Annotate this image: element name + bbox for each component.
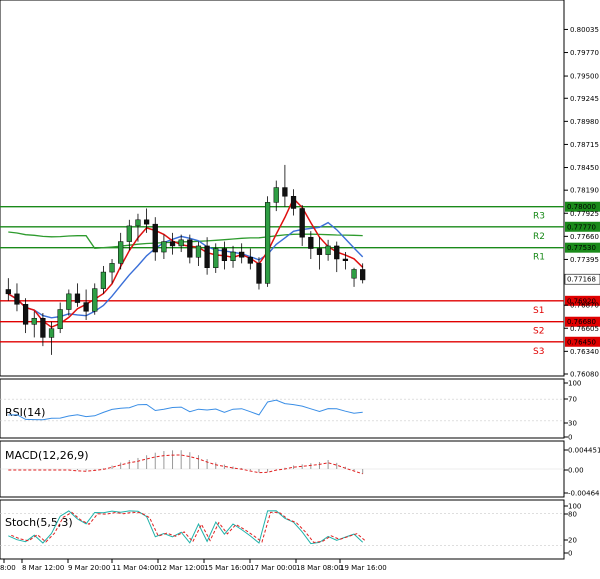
candle-body [290, 196, 297, 209]
candle-body [126, 225, 132, 242]
indicator-tick-label: 80 [568, 511, 577, 519]
level-name-s1: S1 [533, 306, 544, 316]
candle-body [273, 187, 279, 203]
level-name-r3: R3 [533, 212, 545, 222]
level-name-r2: R2 [533, 232, 545, 242]
level-price-label: 0.77530 [567, 244, 596, 252]
candle-body [360, 269, 366, 281]
level-price-label: 0.77770 [567, 223, 596, 231]
indicator-tick-label: 30 [568, 420, 577, 428]
candle-body [169, 241, 176, 247]
candle-body [135, 219, 141, 227]
candle-body [308, 236, 314, 249]
candle-body [325, 245, 331, 255]
candle-body [66, 293, 72, 310]
price-tick-label: 0.76605 [570, 325, 599, 333]
price-tick-label: 0.78450 [570, 164, 599, 172]
price-tick-label: 0.76080 [570, 371, 599, 379]
indicator-tick-label: 100 [568, 503, 581, 511]
rsi-panel [0, 378, 565, 439]
price-tick-label: 0.77660 [570, 233, 599, 241]
candle-body [14, 293, 20, 305]
indicator-tick-label: 0 [568, 550, 572, 558]
rsi-label: RSI(14) [5, 406, 45, 419]
candle-body [57, 309, 63, 329]
candle-body [22, 304, 29, 325]
candle-body [247, 257, 253, 264]
candle-body [178, 239, 184, 247]
time-tick-label: 19 Mar 16:00 [340, 564, 387, 572]
indicator-tick-label: 100 [568, 380, 581, 388]
candle-body [74, 293, 81, 303]
candle-body [230, 251, 236, 261]
indicator-tick-label: 0.00 [568, 467, 584, 475]
candle-body [100, 271, 107, 289]
indicator-axes: 100703000.0044510.00-0.00464510080200 [564, 380, 600, 558]
time-tick-label: 15 Mar 16:00 [204, 564, 251, 572]
candle-body [40, 317, 46, 338]
level-name-r1: R1 [533, 253, 545, 263]
time-axis: 8:00 8 Mar 12:00 9 Mar 20:00 11 Mar 04:00 12… [0, 559, 387, 572]
price-tick-label: 0.79770 [570, 49, 599, 57]
candle-body [204, 245, 210, 268]
time-tick-label: 17 Mar 00:00 [250, 564, 297, 572]
candle-body [161, 241, 167, 253]
candle-body [195, 245, 202, 258]
indicator-tick-label: -0.004645 [568, 490, 600, 498]
candle-body [187, 239, 193, 258]
candle-body [31, 317, 37, 325]
price-tick-label: 0.78715 [570, 141, 599, 149]
time-tick-label: 11 Mar 04:00 [112, 564, 159, 572]
candle [264, 196, 271, 287]
price-tick-label: 0.80035 [570, 26, 599, 34]
candle-body [334, 245, 340, 260]
price-tick-label: 0.76870 [570, 302, 599, 310]
candle-body [118, 241, 124, 264]
price-tick-label: 0.79500 [570, 73, 599, 81]
indicator-tick-label: 20 [568, 537, 577, 545]
candle-body [351, 269, 357, 279]
price-tick-label: 0.78190 [570, 187, 599, 195]
indicator-tick-label: 70 [568, 396, 577, 404]
candle-body [5, 289, 11, 295]
candle-body [48, 328, 55, 338]
candle-body [342, 258, 349, 261]
candle-body [299, 208, 305, 238]
candle-body [152, 223, 158, 253]
candle-body [256, 263, 262, 284]
candle-body [264, 202, 271, 284]
time-tick-label: 18 Mar 08:00 [296, 564, 343, 572]
price-tick-label: 0.77395 [570, 256, 599, 264]
level-name-s2: S2 [533, 327, 544, 337]
price-panel [0, 0, 565, 377]
candle-body [221, 248, 228, 261]
candle-body [239, 251, 245, 258]
candle-body [282, 187, 288, 197]
time-tick-label: 8 Mar 12:00 [22, 564, 64, 572]
level-price-label: 0.76450 [567, 338, 596, 346]
price-tick-label: 0.76340 [570, 348, 599, 356]
indicator-tick-label: 0.004451 [568, 447, 600, 455]
candle-body [143, 219, 150, 225]
forex-chart: R30.78000R20.77770R10.77530S10.76920S20.… [0, 0, 600, 572]
stoch-panel [0, 499, 565, 560]
stoch-label: Stoch(5,5,3) [5, 516, 73, 529]
candle-body [316, 248, 323, 255]
time-tick-label: 8:00 [0, 564, 16, 572]
price-tick-label: 0.79245 [570, 95, 599, 103]
time-tick-label: 12 Mar 12:00 [158, 564, 205, 572]
candle-body [92, 288, 98, 312]
time-tick-label: 9 Mar 20:00 [68, 564, 110, 572]
candle-body [83, 302, 89, 312]
macd-label: MACD(12,26,9) [5, 449, 89, 462]
price-tick-label: 0.78980 [570, 118, 599, 126]
candle-body [213, 248, 219, 268]
candle-body [109, 263, 115, 273]
price-tick-label: 0.77925 [570, 210, 599, 218]
indicator-tick-label: 0 [568, 434, 572, 442]
current-price-label: 0.77168 [567, 276, 596, 284]
level-name-s3: S3 [533, 347, 544, 357]
